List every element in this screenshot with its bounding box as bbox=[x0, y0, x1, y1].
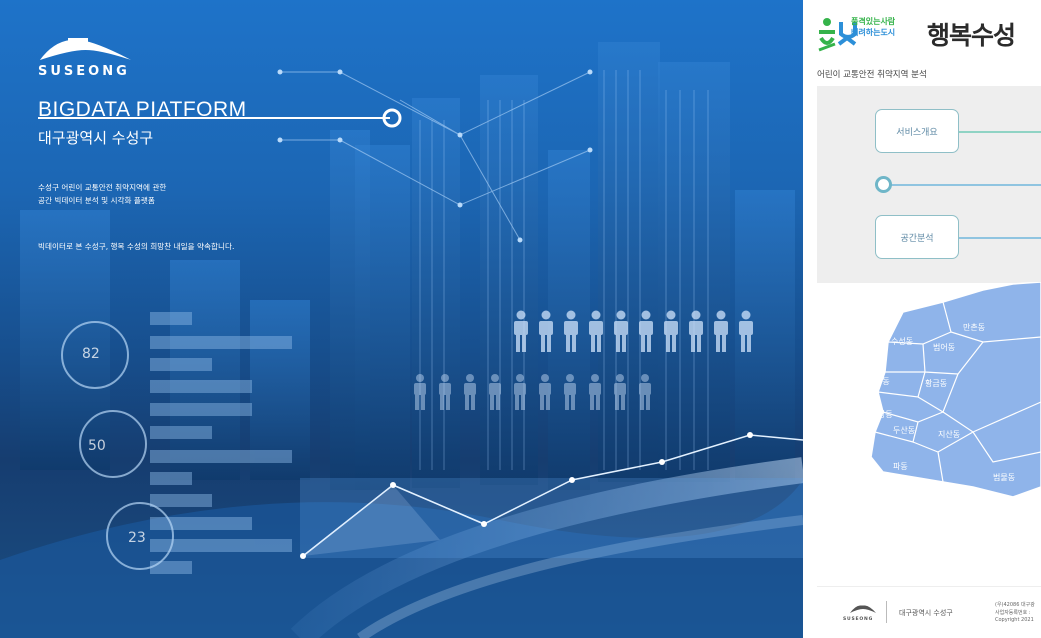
platform-title: BIGDATA PIATFORM bbox=[38, 98, 247, 121]
map-label: 범물동 bbox=[993, 472, 1015, 482]
menu-connector-line bbox=[959, 237, 1041, 239]
map-label: 파동 bbox=[893, 462, 908, 471]
map-label: 두산동 bbox=[893, 425, 915, 435]
platform-description-line-1: 수성구 어린이 교통안전 취약지역에 관한 bbox=[38, 183, 167, 192]
map-label: 황금동 bbox=[925, 378, 947, 388]
spatial-analysis-button[interactable]: 공간분석 bbox=[875, 215, 959, 259]
district-name: 대구광역시 수성구 bbox=[38, 129, 154, 147]
suseong-footer-logo-icon bbox=[850, 605, 876, 613]
side-panel: 품격있는사람 배려하는도시 행복수성 어린이 교통안전 취약지역 분석 서비스개… bbox=[803, 0, 1041, 638]
menu-panel: 서비스개요 공간분석 bbox=[817, 86, 1041, 283]
hero-panel: SUSEONG BIGDATA PIATFORM 대구광역시 수성구 수성구 어… bbox=[0, 0, 803, 638]
map-label: 수성동 bbox=[891, 337, 913, 346]
service-overview-button[interactable]: 서비스개요 bbox=[875, 109, 959, 153]
menu-connector-line bbox=[889, 184, 1041, 186]
gauge-value: 23 bbox=[128, 530, 146, 546]
menu-node-dot[interactable] bbox=[875, 176, 892, 193]
city-skyline-background bbox=[0, 42, 803, 638]
brand-slogan-line-2: 배려하는도시 bbox=[851, 28, 896, 37]
footer-address: (우)42086 대구광 bbox=[995, 602, 1035, 608]
platform-description-line-2: 공간 빅데이터 분석 및 시각화 플랫폼 bbox=[38, 196, 155, 205]
gauge-value: 82 bbox=[82, 346, 100, 362]
menu-connector-line bbox=[959, 131, 1041, 133]
logo-text: SUSEONG bbox=[38, 64, 130, 79]
footer: SUSEONG 대구광역시 수성구 (우)42086 대구광 사업자등록번호 :… bbox=[817, 586, 1041, 638]
map-label: 만촌동 bbox=[963, 323, 985, 332]
footer-divider bbox=[886, 601, 887, 623]
map-label: 중동 bbox=[875, 377, 890, 386]
map-label: 지산동 bbox=[938, 429, 960, 439]
brand-slogan-line-1: 품격있는사람 bbox=[851, 17, 896, 26]
footer-logo-text: SUSEONG bbox=[843, 617, 874, 622]
gauge-value: 50 bbox=[88, 438, 106, 454]
map-label: 상동 bbox=[878, 409, 893, 419]
suseong-district-map[interactable]: 만촌동 수성동 범어동 중동 황금동 상동 두산동 지산동 파동 범물동 bbox=[863, 282, 1041, 512]
suseong-logo-icon bbox=[39, 38, 132, 60]
footer-copyright: Copyright 2021 bbox=[995, 617, 1034, 623]
footer-org-name: 대구광역시 수성구 bbox=[899, 609, 953, 617]
map-label: 범어동 bbox=[933, 342, 955, 352]
footer-business-number: 사업자등록번호 : bbox=[995, 610, 1031, 616]
platform-tagline: 빅데이터로 본 수성구, 행복 수성의 희망찬 내일을 약속합니다. bbox=[38, 242, 235, 251]
page-subtitle: 어린이 교통안전 취약지역 분석 bbox=[817, 70, 927, 80]
brand-name: 행복수성 bbox=[927, 21, 1016, 50]
